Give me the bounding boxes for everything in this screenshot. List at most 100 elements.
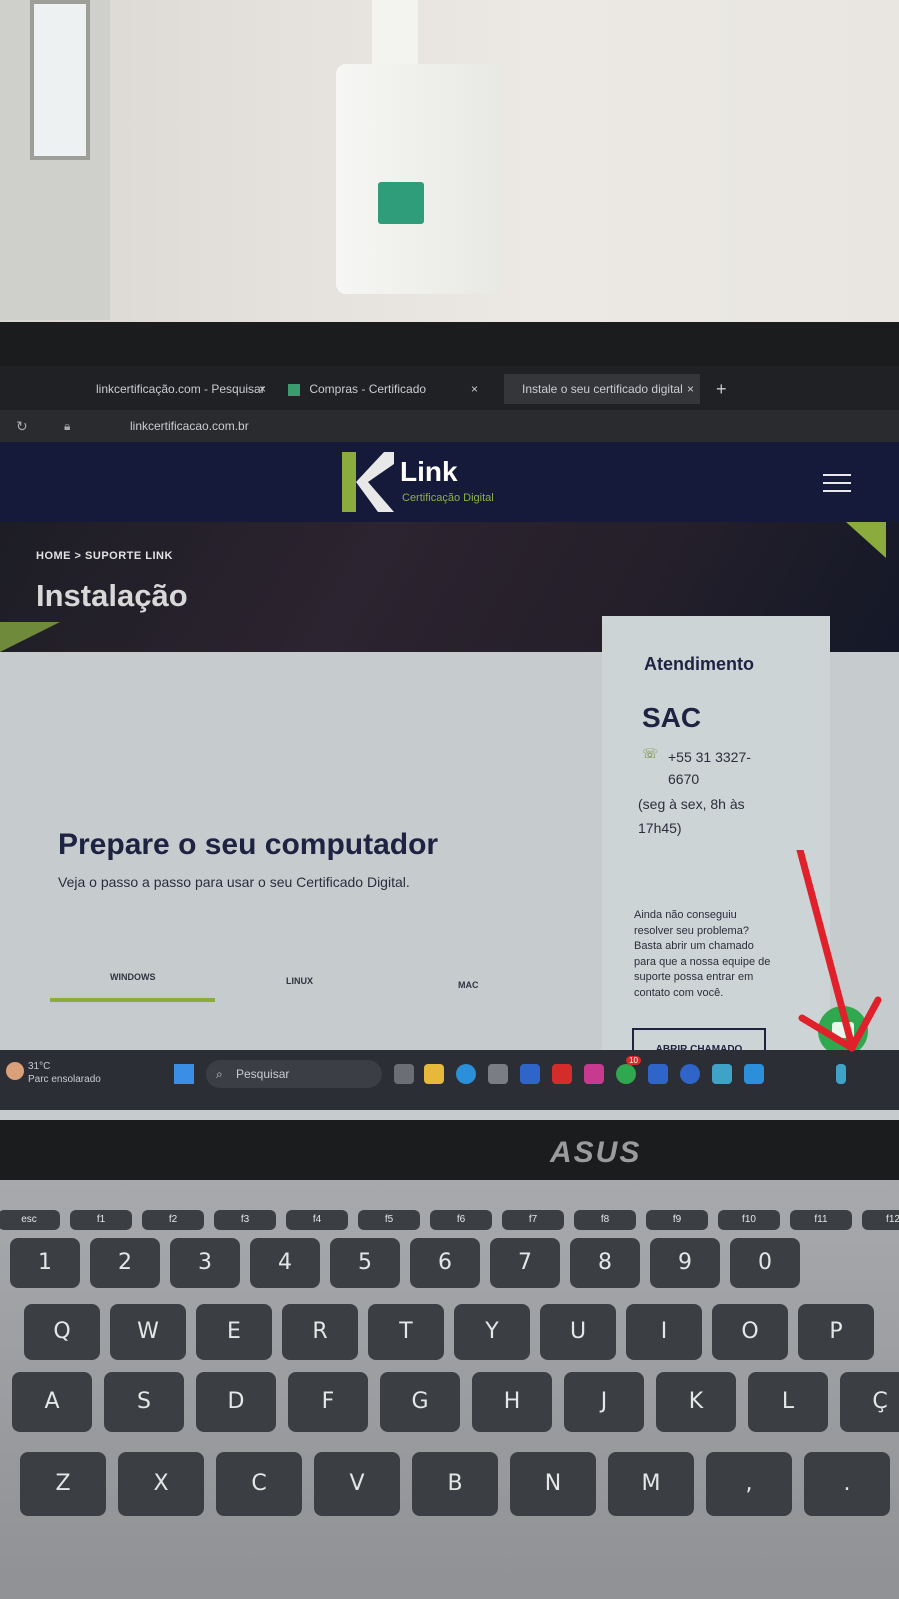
key[interactable]: 1 (10, 1238, 80, 1288)
key[interactable]: f5 (358, 1210, 420, 1230)
key[interactable]: esc (0, 1210, 60, 1230)
instagram-icon[interactable] (584, 1064, 604, 1084)
address-bar[interactable]: ↻ 🔒︎ linkcertificacao.com.br (0, 410, 899, 442)
section-subtitle: Veja o passo a passo para usar o seu Cer… (58, 874, 410, 890)
key[interactable]: D (196, 1372, 276, 1432)
notification-badge: 10 (626, 1056, 641, 1065)
taskbar-search[interactable]: ⌕ Pesquisar (206, 1060, 382, 1088)
close-icon[interactable]: × (687, 374, 694, 404)
tab-compras[interactable]: Compras - Certificado × (288, 374, 484, 404)
key[interactable]: L (748, 1372, 828, 1432)
key[interactable]: R (282, 1304, 358, 1360)
key[interactable]: N (510, 1452, 596, 1516)
key[interactable]: W (110, 1304, 186, 1360)
key[interactable]: . (804, 1452, 890, 1516)
logo-k-icon[interactable] (342, 452, 394, 512)
key[interactable]: , (706, 1452, 792, 1516)
key[interactable]: I (626, 1304, 702, 1360)
key[interactable]: P (798, 1304, 874, 1360)
app-icon[interactable] (744, 1064, 764, 1084)
key[interactable]: O (712, 1304, 788, 1360)
hamburger-menu-icon[interactable] (823, 474, 851, 492)
key[interactable]: 6 (410, 1238, 480, 1288)
key[interactable]: 4 (250, 1238, 320, 1288)
store-icon[interactable] (488, 1064, 508, 1084)
key[interactable]: f7 (502, 1210, 564, 1230)
logo-text[interactable]: Link (400, 456, 458, 488)
key[interactable]: U (540, 1304, 616, 1360)
key[interactable]: f8 (574, 1210, 636, 1230)
tab-mac[interactable]: MAC (458, 980, 479, 990)
youtube-icon[interactable] (552, 1064, 572, 1084)
key[interactable]: Y (454, 1304, 530, 1360)
temperature: 31°C (28, 1061, 51, 1072)
app-icon[interactable] (520, 1064, 540, 1084)
app-icon[interactable] (712, 1064, 732, 1084)
reload-icon[interactable]: ↻ (16, 410, 28, 442)
key[interactable]: f1 (70, 1210, 132, 1230)
tab-instale[interactable]: Instale o seu certificado digital × (504, 374, 700, 404)
key[interactable]: Z (20, 1452, 106, 1516)
key[interactable]: S (104, 1372, 184, 1432)
close-icon[interactable]: × (259, 374, 266, 404)
key[interactable]: f12 (862, 1210, 899, 1230)
key[interactable]: B (412, 1452, 498, 1516)
close-icon[interactable]: × (471, 374, 478, 404)
tab-label: Compras - Certificado (309, 382, 427, 396)
key[interactable]: f9 (646, 1210, 708, 1230)
key[interactable]: J (564, 1372, 644, 1432)
key[interactable]: T (368, 1304, 444, 1360)
whatsapp-icon[interactable]: 10 (616, 1056, 641, 1084)
active-tab-indicator (50, 998, 215, 1002)
key[interactable]: F (288, 1372, 368, 1432)
url-text: linkcertificacao.com.br (130, 419, 249, 433)
key[interactable]: f6 (430, 1210, 492, 1230)
tab-windows[interactable]: WINDOWS (110, 972, 156, 982)
key[interactable]: K (656, 1372, 736, 1432)
key[interactable]: E (196, 1304, 272, 1360)
key[interactable]: Ç (840, 1372, 899, 1432)
outlook-icon[interactable] (648, 1064, 668, 1084)
key[interactable]: 7 (490, 1238, 560, 1288)
tab-label: Instale o seu certificado digital (522, 382, 683, 396)
decor-triangle (0, 622, 60, 652)
logo-subtitle: Certificação Digital (402, 492, 494, 504)
key[interactable]: f10 (718, 1210, 780, 1230)
phone-number[interactable]: +55 31 3327-6670 (668, 746, 778, 790)
key[interactable]: X (118, 1452, 204, 1516)
task-view-icon[interactable] (394, 1064, 414, 1084)
key[interactable]: M (608, 1452, 694, 1516)
file-explorer-icon[interactable] (424, 1064, 444, 1084)
key[interactable]: 3 (170, 1238, 240, 1288)
key[interactable]: f2 (142, 1210, 204, 1230)
section-title: Prepare o seu computador (58, 828, 439, 861)
key[interactable]: f4 (286, 1210, 348, 1230)
weather-widget[interactable]: 31°C Parc ensolarado (28, 1060, 101, 1086)
key[interactable]: 2 (90, 1238, 160, 1288)
phone-icon: ☏ (642, 746, 659, 761)
site-header: Link Certificação Digital (0, 442, 899, 522)
key[interactable]: V (314, 1452, 400, 1516)
key[interactable]: A (12, 1372, 92, 1432)
key[interactable]: f3 (214, 1210, 276, 1230)
app-icon[interactable] (680, 1064, 700, 1084)
breadcrumb[interactable]: HOME > SUPORTE LINK (36, 550, 173, 562)
edge-icon[interactable] (456, 1064, 476, 1084)
key[interactable]: f11 (790, 1210, 852, 1230)
help-text: Ainda não conseguiu resolver seu problem… (634, 909, 771, 999)
laptop-brand-logo: ASUS (550, 1136, 642, 1169)
key[interactable]: 8 (570, 1238, 640, 1288)
key[interactable]: C (216, 1452, 302, 1516)
new-tab-button[interactable]: + (716, 374, 736, 404)
windows-start-icon[interactable] (174, 1064, 194, 1084)
red-arrow-annotation (796, 850, 882, 1052)
key[interactable]: G (380, 1372, 460, 1432)
key[interactable]: 0 (730, 1238, 800, 1288)
key[interactable]: Q (24, 1304, 100, 1360)
key[interactable]: H (472, 1372, 552, 1432)
weather-icon[interactable] (6, 1062, 24, 1080)
tab-search[interactable]: linkcertificação.com - Pesquisar × (96, 374, 272, 404)
key[interactable]: 5 (330, 1238, 400, 1288)
key[interactable]: 9 (650, 1238, 720, 1288)
tab-linux[interactable]: LINUX (286, 976, 313, 986)
